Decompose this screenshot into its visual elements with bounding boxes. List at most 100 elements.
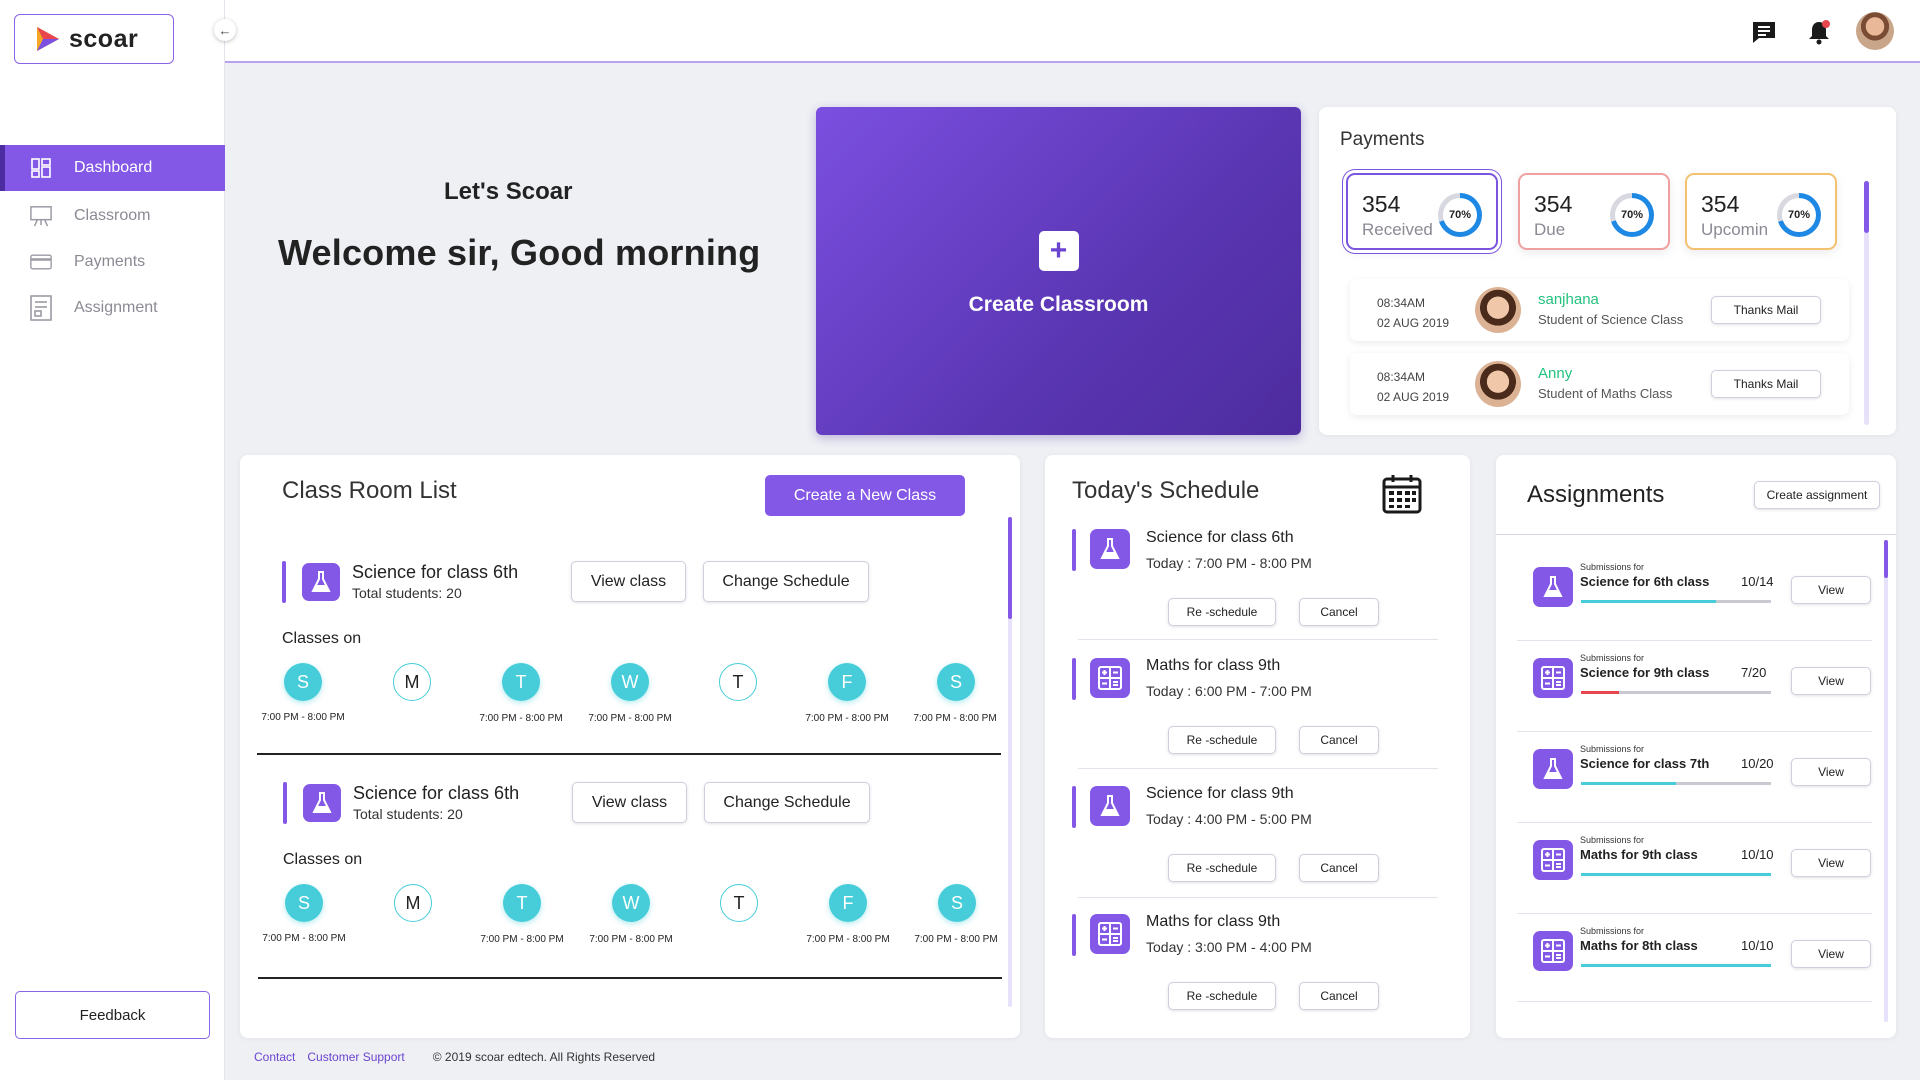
day-chip[interactable]: F	[829, 884, 867, 922]
payment-date: 02 AUG 2019	[1377, 316, 1450, 330]
customer-support-link[interactable]: Customer Support	[307, 1050, 404, 1064]
day-time: 7:00 PM - 8:00 PM	[913, 713, 997, 724]
day-chip[interactable]: S	[937, 663, 975, 701]
reschedule-button[interactable]: Re -schedule	[1168, 982, 1276, 1010]
day-chip[interactable]: T	[720, 884, 758, 922]
day-chip[interactable]: T	[719, 663, 757, 701]
payment-date: 02 AUG 2019	[1377, 390, 1450, 404]
calculator-icon	[1533, 840, 1573, 880]
accent-bar	[1072, 786, 1076, 828]
scrollbar-thumb[interactable]	[1864, 181, 1869, 233]
schedule-class-time: Today : 6:00 PM - 7:00 PM	[1146, 683, 1312, 699]
payment-card-upcoming[interactable]: 354 Upcomin 70%	[1685, 173, 1837, 250]
cancel-button[interactable]: Cancel	[1299, 982, 1379, 1010]
calculator-icon	[1533, 658, 1573, 698]
calculator-icon	[1090, 914, 1130, 954]
grid-icon	[30, 157, 52, 179]
scrollbar-thumb[interactable]	[1008, 517, 1012, 619]
schedule-class-name: Science for class 9th	[1146, 785, 1294, 802]
day-time: 7:00 PM - 8:00 PM	[588, 713, 672, 724]
assignment-name: Maths for 9th class	[1580, 847, 1698, 862]
flask-icon	[1090, 529, 1130, 569]
student-subtitle: Student of Maths Class	[1538, 386, 1673, 401]
percent-text: 70%	[1782, 198, 1816, 232]
collapse-sidebar-button[interactable]: ←	[214, 19, 236, 41]
calendar-icon[interactable]	[1381, 473, 1423, 520]
feedback-button[interactable]: Feedback	[15, 991, 210, 1039]
create-new-class-button[interactable]: Create a New Class	[765, 475, 965, 516]
sidebar-item-label: Payments	[74, 253, 146, 270]
cancel-button[interactable]: Cancel	[1299, 598, 1379, 626]
student-photo	[1475, 287, 1521, 333]
divider	[1517, 1001, 1872, 1002]
create-classroom-card[interactable]: + Create Classroom	[816, 107, 1301, 435]
sidebar: scoar Dashboard Classroom Payments Assig…	[0, 0, 225, 1080]
scrollbar[interactable]	[1884, 540, 1888, 1022]
day-chip[interactable]: T	[502, 663, 540, 701]
change-schedule-button[interactable]: Change Schedule	[703, 561, 869, 602]
reschedule-button[interactable]: Re -schedule	[1168, 598, 1276, 626]
sidebar-item-dashboard[interactable]: Dashboard	[0, 145, 225, 191]
view-button[interactable]: View	[1791, 758, 1871, 786]
bell-icon[interactable]	[1804, 17, 1834, 47]
assignments-title: Assignments	[1527, 481, 1665, 508]
assignment-count: 10/20	[1741, 756, 1774, 771]
day-chip[interactable]: F	[828, 663, 866, 701]
view-class-button[interactable]: View class	[571, 561, 686, 602]
cancel-button[interactable]: Cancel	[1299, 854, 1379, 882]
scrollbar-thumb[interactable]	[1884, 540, 1888, 578]
thanks-mail-button[interactable]: Thanks Mail	[1711, 296, 1821, 324]
day-chip[interactable]: W	[612, 884, 650, 922]
day-chip[interactable]: S	[284, 663, 322, 701]
view-button[interactable]: View	[1791, 667, 1871, 695]
day-time: 7:00 PM - 8:00 PM	[262, 933, 346, 944]
copyright-text: © 2019 scoar edtech. All Rights Reserved	[432, 1050, 656, 1064]
accent-bar	[1072, 658, 1076, 700]
assignment-count: 7/20	[1741, 665, 1767, 680]
flask-icon	[303, 784, 341, 822]
scrollbar[interactable]	[1008, 517, 1012, 1007]
assignment-prefix: Submissions for	[1580, 926, 1645, 936]
classes-on-label: Classes on	[282, 630, 362, 647]
day-chip[interactable]: W	[611, 663, 649, 701]
brand-logo[interactable]: scoar	[14, 14, 174, 64]
change-schedule-button[interactable]: Change Schedule	[704, 782, 870, 823]
sidebar-item-payments[interactable]: Payments	[0, 239, 225, 285]
accent-bar	[1072, 914, 1076, 956]
view-class-button[interactable]: View class	[572, 782, 687, 823]
day-chip[interactable]: T	[503, 884, 541, 922]
chat-icon[interactable]	[1749, 17, 1779, 47]
avatar[interactable]	[1856, 12, 1894, 50]
progress-track	[1581, 600, 1771, 603]
day-time: 7:00 PM - 8:00 PM	[589, 934, 673, 945]
assignment-name: Science for 9th class	[1580, 665, 1710, 680]
student-name[interactable]: Anny	[1538, 365, 1572, 382]
view-button[interactable]: View	[1791, 849, 1871, 877]
contact-link[interactable]: Contact	[254, 1050, 295, 1064]
day-chip[interactable]: S	[938, 884, 976, 922]
reschedule-button[interactable]: Re -schedule	[1168, 854, 1276, 882]
create-assignment-button[interactable]: Create assignment	[1754, 481, 1880, 509]
sidebar-item-classroom[interactable]: Classroom	[0, 193, 225, 239]
sidebar-item-assignment[interactable]: Assignment	[0, 285, 225, 331]
payment-card-due[interactable]: 354 Due 70%	[1518, 173, 1670, 250]
student-subtitle: Student of Science Class	[1538, 312, 1684, 327]
student-name[interactable]: sanjhana	[1538, 291, 1599, 308]
calculator-icon	[1090, 658, 1130, 698]
day-chip[interactable]: M	[394, 884, 432, 922]
scrollbar[interactable]	[1864, 181, 1869, 425]
sidebar-item-label: Classroom	[74, 207, 151, 224]
payment-row: 08:34AM 02 AUG 2019 sanjhana Student of …	[1350, 279, 1849, 341]
flask-icon	[1533, 567, 1573, 607]
thanks-mail-button[interactable]: Thanks Mail	[1711, 370, 1821, 398]
top-bar	[225, 0, 1920, 63]
view-button[interactable]: View	[1791, 576, 1871, 604]
payment-card-received[interactable]: 354 Received 70%	[1346, 173, 1498, 250]
day-chip[interactable]: S	[285, 884, 323, 922]
cancel-button[interactable]: Cancel	[1299, 726, 1379, 754]
class-students: Total students: 20	[352, 585, 462, 601]
day-chip[interactable]: M	[393, 663, 431, 701]
payment-row: 08:34AM 02 AUG 2019 Anny Student of Math…	[1350, 353, 1849, 415]
view-button[interactable]: View	[1791, 940, 1871, 968]
reschedule-button[interactable]: Re -schedule	[1168, 726, 1276, 754]
